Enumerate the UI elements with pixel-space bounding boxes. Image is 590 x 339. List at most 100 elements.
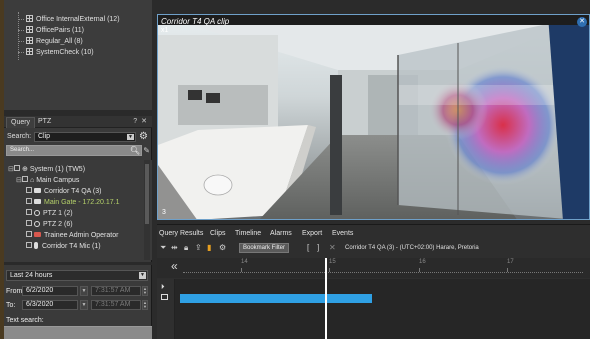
grid-view-icon <box>26 15 33 22</box>
gear-icon[interactable]: ⚙ <box>139 131 148 142</box>
chevron-down-icon: ▼ <box>127 134 134 140</box>
globe-icon: ⊕ <box>22 166 30 173</box>
tree-node-camera[interactable]: Corridor T4 QA (3) <box>26 187 101 197</box>
speaker-icon[interactable]: ⏵ <box>161 284 165 292</box>
tick-label: 16 <box>419 259 426 265</box>
recording-segment[interactable] <box>180 294 372 303</box>
from-row: From: 6/2/2020 ▼ 7:31:57 AM ▲ ▼ <box>6 286 148 297</box>
checkbox[interactable] <box>26 220 32 226</box>
tab-export[interactable]: Export <box>302 228 322 240</box>
camera-icon <box>34 188 41 193</box>
filter-row: Search... 🔍︎ ✎ <box>4 145 152 157</box>
settings-icon[interactable]: ⚙ <box>219 243 226 253</box>
calendar-dropdown-icon[interactable]: ▼ <box>80 286 88 296</box>
tab-alarms[interactable]: Alarms <box>270 228 292 240</box>
close-icon[interactable]: ✕ <box>577 17 587 27</box>
ptz-camera-icon <box>34 210 40 216</box>
time-spinner[interactable]: ▲ ▼ <box>142 286 148 296</box>
clear-filter-icon[interactable]: ✎ <box>143 145 150 156</box>
playback-speed: x1 <box>161 27 169 34</box>
text-search-input[interactable] <box>4 326 152 339</box>
tree-node-operator[interactable]: Trainee Admin Operator <box>26 231 118 241</box>
playhead-cursor[interactable] <box>325 258 327 339</box>
checkbox[interactable] <box>26 187 32 193</box>
camera-icon <box>34 199 41 204</box>
export-icon[interactable]: ⇪ <box>195 243 202 253</box>
timeline-toolbar: ⏷ ⇹ 🔒︎ ⇪ ▮ ⚙ Bookmark Filter [ ] ✕ Corri… <box>157 242 590 254</box>
tick-label: 14 <box>241 259 248 265</box>
left-panel: Office InternalExternal (12) OfficePairs… <box>0 0 152 339</box>
checkbox[interactable] <box>26 231 32 237</box>
tick <box>241 268 242 272</box>
search-icon[interactable]: 🔍︎ <box>130 145 140 156</box>
tree-node-mic[interactable]: Corridor T4 Mic (1) <box>26 242 101 252</box>
tree-node-ptz[interactable]: PTZ 1 (2) <box>26 209 73 219</box>
text-search-label: Text search: <box>6 317 44 324</box>
tick <box>329 268 330 272</box>
tab-events[interactable]: Events <box>332 228 353 240</box>
left-tab-bar: Query PTZ ? ✕ <box>4 116 152 128</box>
search-type-select[interactable]: Clip ▼ <box>34 132 136 142</box>
timeline-ruler[interactable]: « 14 15 16 17 <box>157 258 590 278</box>
tree-item[interactable]: Regular_All (8) <box>18 36 152 47</box>
system-tree: ⊟ ⊕ System (1) (TW5) ⊟ ⌂ Main Campus Corri… <box>4 160 152 260</box>
bar-chart-icon[interactable]: ▮ <box>207 243 211 253</box>
timeline-body[interactable]: ⏵ <box>157 279 590 339</box>
tree-item[interactable]: OfficePairs (11) <box>18 25 152 36</box>
pane-help-close-icons[interactable]: ? ✕ <box>133 117 148 125</box>
bottom-tab-bar: Query Results Clips Timeline Alarms Expo… <box>157 228 590 240</box>
tab-clips[interactable]: Clips <box>210 228 226 240</box>
time-range-select[interactable]: Last 24 hours ▼ <box>6 270 148 281</box>
bookmark-filter-button[interactable]: Bookmark Filter <box>239 243 290 253</box>
from-time-field[interactable]: 7:31:57 AM <box>91 286 141 296</box>
chevron-down-icon: ▼ <box>139 272 146 279</box>
search-input[interactable]: Search... <box>6 145 142 156</box>
checkbox[interactable] <box>26 198 32 204</box>
filter-icon[interactable]: ⏷ <box>160 243 166 253</box>
double-chevron-left-icon[interactable]: « <box>171 260 178 272</box>
checkbox[interactable] <box>26 242 32 248</box>
lock-icon[interactable]: 🔒︎ <box>184 243 188 253</box>
tab-ptz[interactable]: PTZ <box>34 117 55 128</box>
film-icon[interactable] <box>161 294 168 300</box>
panel-splitter[interactable] <box>4 262 152 265</box>
tree-scrollbar[interactable] <box>144 160 150 260</box>
tick <box>507 268 508 272</box>
tree-item[interactable]: SystemCheck (10) <box>18 47 152 58</box>
checkbox[interactable] <box>14 165 20 171</box>
checkbox[interactable] <box>26 209 32 215</box>
search-label: Search: <box>7 133 32 140</box>
to-time-field[interactable]: 7:31:57 AM <box>91 300 141 310</box>
tab-query-results[interactable]: Query Results <box>159 228 203 240</box>
grid-view-icon <box>26 26 33 33</box>
time-spinner[interactable]: ▲ ▼ <box>142 300 148 310</box>
tree-node-system[interactable]: ⊟ ⊕ System (1) (TW5) <box>8 165 85 175</box>
tree-node-camera[interactable]: Main Gate - 172.20.17.1 <box>26 198 120 208</box>
to-label: To: <box>6 302 16 309</box>
search-row: Search: Clip ▼ ⚙ <box>4 131 152 143</box>
checkbox[interactable] <box>22 176 28 182</box>
camera-timezone-info: Corridor T4 QA (3) - (UTC+02:00) Harare,… <box>345 245 479 251</box>
tree-node-ptz[interactable]: PTZ 2 (6) <box>26 220 73 230</box>
to-row: To: 6/3/2020 ▼ 7:31:57 AM ▲ ▼ <box>6 300 148 311</box>
tick-label: 17 <box>507 259 514 265</box>
tab-query[interactable]: Query <box>6 117 36 128</box>
timeline-track <box>183 272 583 273</box>
from-date-field[interactable]: 6/2/2020 <box>22 286 78 296</box>
bracket-out-icon[interactable]: ] <box>317 243 319 253</box>
tab-timeline[interactable]: Timeline <box>235 228 261 240</box>
microphone-icon <box>34 242 38 249</box>
tree-node-campus[interactable]: ⊟ ⌂ Main Campus <box>16 176 79 186</box>
bracket-in-icon[interactable]: [ <box>307 243 309 253</box>
clear-icon[interactable]: ✕ <box>329 243 336 253</box>
ptz-camera-icon <box>34 221 40 227</box>
to-date-field[interactable]: 6/3/2020 <box>22 300 78 310</box>
scrollbar-thumb[interactable] <box>145 164 149 224</box>
bottom-pane: Query Results Clips Timeline Alarms Expo… <box>157 224 590 339</box>
calendar-dropdown-icon[interactable]: ▼ <box>80 300 88 310</box>
split-icon[interactable]: ⇹ <box>171 243 178 253</box>
grid-view-icon <box>26 37 33 44</box>
video-tile[interactable]: Corridor T4 QA clip x1 3 ✕ <box>157 14 590 220</box>
tree-item[interactable]: Office InternalExternal (12) <box>18 14 152 25</box>
grid-view-icon <box>26 48 33 55</box>
